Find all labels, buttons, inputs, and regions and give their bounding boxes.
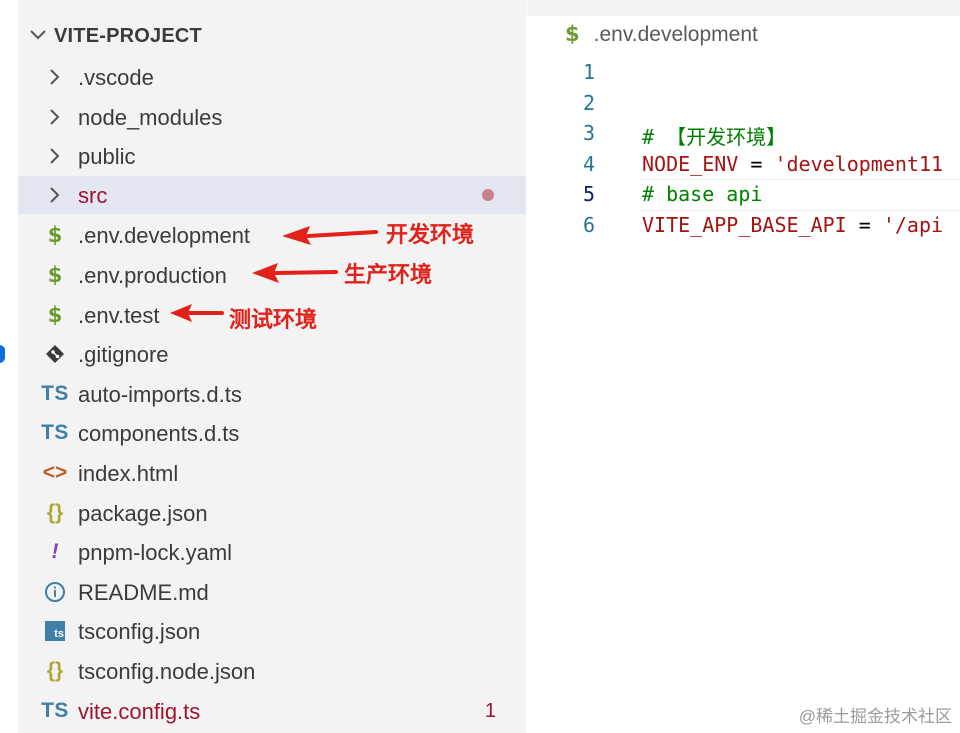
- dollar-icon: $: [47, 303, 63, 327]
- tree-item-label: .env.development: [78, 223, 251, 248]
- watermark: @稀土掘金技术社区: [798, 707, 952, 726]
- arrow-annotation-dev: [282, 226, 378, 245]
- tsconfig-icon-label: ts: [45, 621, 65, 641]
- tree-item-gitignore[interactable]: .gitignore: [18, 335, 526, 373]
- tree-item-package-json[interactable]: {} package.json: [18, 494, 526, 532]
- tree-item-label: public: [78, 144, 136, 169]
- operator: =: [846, 213, 883, 237]
- annotation-dev-label: 开发环境: [386, 222, 475, 247]
- operator: =: [738, 152, 775, 176]
- line-number: 2: [582, 91, 595, 115]
- tree-item-label: src: [78, 183, 108, 208]
- code-line[interactable]: 2: [527, 88, 960, 118]
- tree-item-pnpm-lock[interactable]: ! pnpm-lock.yaml: [18, 533, 526, 571]
- env-value: '/api: [882, 213, 944, 237]
- tree-item-label: package.json: [78, 501, 208, 526]
- code-line[interactable]: 3 # 【开发环境】: [527, 118, 960, 149]
- tree-item-tsconfig[interactable]: ts tsconfig.json: [18, 612, 526, 650]
- tree-item-label: components.d.ts: [78, 421, 240, 446]
- tree-item-tsconfig-node[interactable]: {} tsconfig.node.json: [18, 652, 526, 690]
- file-explorer: VITE-PROJECT .vscode node_modules public…: [18, 0, 526, 733]
- project-title: VITE-PROJECT: [54, 25, 202, 47]
- dollar-icon: $: [47, 223, 63, 247]
- tree-item-label: tsconfig.node.json: [78, 659, 256, 684]
- code-comment: # 【开发环境】: [642, 125, 787, 149]
- code-editor[interactable]: $ .env.development 1 2 3 # 【开发环境】 4 NODE_…: [527, 0, 960, 733]
- info-icon: [42, 580, 68, 604]
- tree-item-label: index.html: [78, 461, 179, 486]
- tree-item-components-dts[interactable]: TS components.d.ts: [18, 414, 526, 452]
- code-line-current[interactable]: 5 # base api: [527, 179, 960, 211]
- problem-count-badge: 1: [484, 700, 496, 722]
- chevron-right-icon: [42, 105, 68, 129]
- line-number: 1: [582, 60, 595, 84]
- tree-item-vscode[interactable]: .vscode: [18, 58, 526, 96]
- json-icon: {}: [46, 501, 64, 524]
- code-comment: # base api: [642, 182, 763, 206]
- arrow-annotation-test: [170, 304, 224, 322]
- typescript-icon: TS: [41, 382, 69, 405]
- typescript-icon: TS: [41, 421, 69, 444]
- tree-item-label: tsconfig.json: [78, 619, 201, 644]
- tree-item-label: .env.test: [78, 303, 160, 328]
- code-text: NODE_ENV = 'development11: [642, 152, 943, 176]
- breadcrumb-filename: .env.development: [593, 23, 758, 46]
- tree-item-label: .gitignore: [78, 342, 169, 367]
- code-line[interactable]: 1: [527, 57, 960, 87]
- json-icon: {}: [46, 659, 64, 682]
- chevron-right-icon: [42, 144, 68, 168]
- tree-item-node-modules[interactable]: node_modules: [18, 98, 526, 136]
- tree-item-label: pnpm-lock.yaml: [78, 540, 233, 565]
- line-number: 6: [582, 213, 595, 237]
- tree-item-public[interactable]: public: [18, 137, 526, 175]
- modified-dot-icon: [482, 189, 494, 201]
- arrow-annotation-prod: [252, 263, 338, 283]
- dollar-icon: $: [565, 22, 580, 46]
- tree-item-index-html[interactable]: <> index.html: [18, 454, 526, 492]
- chevron-down-icon: [30, 30, 46, 40]
- annotation-prod-label: 生产环境: [344, 262, 433, 287]
- html-icon: <>: [42, 461, 68, 484]
- line-number: 5: [582, 182, 595, 206]
- env-value: 'development11: [774, 152, 944, 176]
- chevron-right-icon: [42, 183, 68, 207]
- code-line[interactable]: 4 NODE_ENV = 'development11: [527, 149, 960, 179]
- tree-item-label: .env.production: [78, 263, 227, 288]
- env-key: VITE_APP_BASE_API: [642, 213, 847, 237]
- tsconfig-icon: ts: [42, 619, 68, 643]
- tree-item-label: vite.config.ts: [78, 699, 201, 724]
- tree-item-src[interactable]: src: [18, 176, 526, 214]
- tree-item-readme[interactable]: README.md: [18, 573, 526, 611]
- tree-item-label: README.md: [78, 580, 209, 605]
- tree-item-label: node_modules: [78, 105, 223, 130]
- env-key: NODE_ENV: [642, 152, 739, 176]
- line-number: 3: [582, 121, 595, 145]
- breadcrumb-file[interactable]: $ .env.development: [565, 22, 758, 47]
- tree-item-label: auto-imports.d.ts: [78, 382, 242, 407]
- project-header[interactable]: VITE-PROJECT: [18, 20, 526, 52]
- tree-item-label: .vscode: [78, 65, 154, 90]
- code-text: VITE_APP_BASE_API = '/api: [642, 213, 943, 237]
- editor-tab-strip: [527, 0, 960, 16]
- code-line[interactable]: 6 VITE_APP_BASE_API = '/api: [527, 210, 960, 240]
- tree-item-vite-config[interactable]: TS vite.config.ts 1: [18, 692, 526, 730]
- chevron-right-icon: [42, 65, 68, 89]
- dollar-icon: $: [47, 263, 63, 287]
- git-icon: [42, 342, 68, 366]
- yaml-icon: !: [51, 540, 59, 563]
- typescript-icon: TS: [41, 699, 69, 722]
- annotation-test-label: 测试环境: [229, 307, 318, 332]
- tree-item-auto-imports[interactable]: TS auto-imports.d.ts: [18, 375, 526, 413]
- line-number: 4: [582, 152, 595, 176]
- left-edge: [0, 0, 18, 733]
